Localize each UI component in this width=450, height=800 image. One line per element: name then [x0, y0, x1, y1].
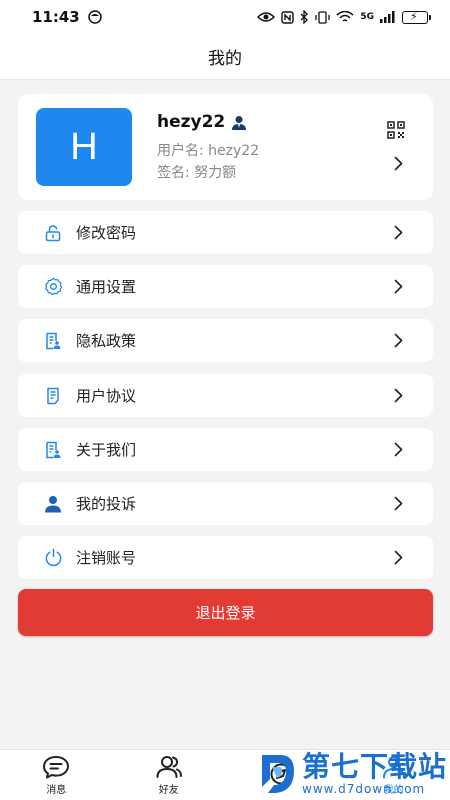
menu-item-label: 我的投诉 [76, 495, 137, 513]
tab-messages[interactable]: 消息 [0, 750, 113, 800]
chevron-right-icon [394, 225, 403, 240]
avatar[interactable]: H [36, 108, 132, 186]
chevron-right-icon[interactable] [394, 156, 403, 171]
menu-item-about-us[interactable]: 关于我们 [18, 428, 433, 471]
menu-item-label: 隐私政策 [76, 332, 137, 350]
eye-icon [257, 12, 276, 22]
menu-item-my-complaints[interactable]: 我的投诉 [18, 482, 433, 525]
watermark: 第七下载站 www.d7down.com [258, 748, 450, 800]
menu-item-general-settings[interactable]: 通用设置 [18, 265, 433, 308]
menu-item-label: 通用设置 [76, 278, 137, 296]
friends-icon [156, 755, 182, 778]
menu-item-delete-account[interactable]: 注销账号 [18, 536, 433, 579]
chevron-right-icon [394, 496, 403, 511]
logout-button[interactable]: 退出登录 [18, 589, 433, 636]
nav-bar: 我的 [0, 34, 450, 80]
menu-item-label: 注销账号 [76, 549, 137, 567]
wifi-icon [336, 10, 354, 22]
person-icon [42, 493, 64, 515]
menu-item-change-password[interactable]: 修改密码 [18, 211, 433, 254]
page-title: 我的 [208, 49, 242, 69]
document-icon [42, 439, 64, 461]
power-icon [42, 547, 64, 569]
smiley-icon [88, 10, 102, 24]
download-site-logo [262, 755, 294, 793]
menu-item-label: 用户协议 [76, 387, 137, 405]
profile-card[interactable]: H hezy22 用户名: hezy22 签名: 努力额 [18, 94, 433, 200]
user-badge-icon [232, 115, 247, 130]
user-id-line: 用户名: hezy22 [157, 143, 260, 159]
chevron-right-icon [394, 388, 403, 403]
menu-item-label: 修改密码 [76, 224, 137, 242]
chevron-right-icon [394, 279, 403, 294]
vibrate-icon [315, 10, 330, 24]
message-icon [43, 755, 70, 778]
watermark-url: www.d7down.com [302, 782, 426, 796]
status-bar: 11:43 5G ⚡ [0, 0, 450, 34]
tab-label: 消息 [46, 784, 67, 796]
tab-friends[interactable]: 好友 [113, 750, 226, 800]
bluetooth-icon [300, 10, 309, 24]
menu-item-label: 关于我们 [76, 441, 137, 459]
nfc-icon [281, 10, 295, 24]
battery-icon: ⚡ [402, 10, 431, 24]
agreement-icon [42, 385, 64, 407]
gear-icon [42, 276, 64, 298]
signal-icon [380, 11, 395, 23]
status-time: 11:43 [32, 8, 80, 26]
watermark-title: 第七下载站 [302, 750, 448, 783]
chevron-right-icon [394, 333, 403, 348]
menu-item-privacy-policy[interactable]: 隐私政策 [18, 319, 433, 362]
username-row: hezy22 [157, 112, 247, 132]
signature-line: 签名: 努力额 [157, 165, 237, 181]
tab-label: 好友 [158, 784, 179, 796]
network-type: 5G [360, 12, 374, 22]
document-icon [42, 330, 64, 352]
chevron-right-icon [394, 550, 403, 565]
username: hezy22 [157, 112, 226, 132]
menu-item-user-agreement[interactable]: 用户协议 [18, 374, 433, 417]
lock-icon [42, 222, 64, 244]
qr-code-icon[interactable] [387, 121, 405, 139]
chevron-right-icon [394, 442, 403, 457]
